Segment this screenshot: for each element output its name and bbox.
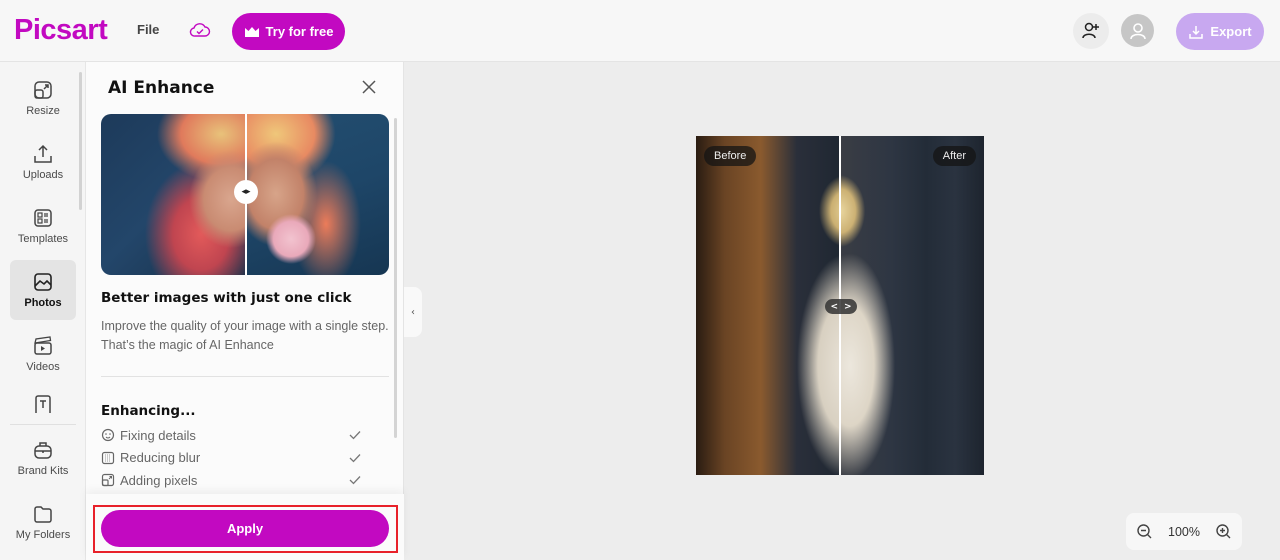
cloud-saved-icon[interactable]	[189, 21, 211, 39]
compare-slider-handle[interactable]: < >	[825, 299, 857, 314]
invite-user-button[interactable]	[1073, 13, 1109, 49]
left-tool-rail: Resize Uploads Templates Photos Videos B…	[0, 62, 86, 560]
panel-separator	[101, 376, 389, 377]
preview-before-half	[101, 114, 246, 275]
resize-icon	[34, 81, 52, 99]
rail-item-videos[interactable]: Videos	[10, 324, 76, 384]
videos-icon	[34, 336, 52, 355]
try-for-free-button[interactable]: Try for free	[232, 13, 345, 50]
panel-footer: Apply	[86, 494, 404, 560]
zoom-out-icon[interactable]	[1136, 523, 1153, 540]
canvas-image[interactable]: < > Before After	[696, 136, 984, 475]
enhance-preview-image: ◂▸	[101, 114, 389, 275]
after-label: After	[932, 146, 976, 166]
templates-icon	[34, 209, 52, 227]
add-user-icon	[1082, 22, 1099, 39]
export-button[interactable]: Export	[1176, 13, 1264, 50]
rail-divider	[10, 424, 76, 425]
check-icon	[349, 431, 361, 440]
picsart-logo[interactable]: Picsart	[14, 14, 108, 47]
top-bar: Picsart File Try for free Export	[0, 0, 1280, 62]
folder-icon	[34, 506, 52, 523]
rail-item-templates[interactable]: Templates	[10, 196, 76, 256]
rail-item-text[interactable]	[10, 384, 76, 424]
rail-item-uploads[interactable]: Uploads	[10, 132, 76, 192]
step-label: Adding pixels	[120, 472, 198, 488]
check-icon	[349, 453, 361, 463]
rail-label: Resize	[26, 105, 60, 117]
enhancing-step: Reducing blur	[101, 447, 361, 470]
step-label: Fixing details	[120, 427, 196, 443]
apply-button[interactable]: Apply	[101, 510, 389, 547]
rail-item-photos[interactable]: Photos	[10, 260, 76, 320]
panel-description: Improve the quality of your image with a…	[101, 319, 389, 352]
step-label: Reducing blur	[120, 450, 201, 466]
try-for-free-label: Try for free	[265, 24, 334, 39]
enhancing-steps-list: Fixing details Reducing blur Adding pixe…	[101, 424, 361, 492]
upload-icon	[34, 144, 52, 163]
enhancing-step: Fixing details	[101, 424, 361, 447]
rail-item-brand-kits[interactable]: Brand Kits	[10, 428, 76, 488]
chevron-left-icon: ‹	[411, 306, 415, 318]
download-icon	[1189, 25, 1204, 39]
face-icon	[101, 429, 115, 442]
text-icon	[35, 395, 51, 413]
before-label: Before	[704, 146, 757, 166]
before-image	[696, 136, 840, 475]
user-avatar[interactable]	[1121, 14, 1154, 47]
zoom-level: 100%	[1168, 524, 1200, 539]
rail-label: My Folders	[15, 529, 71, 541]
export-label: Export	[1210, 24, 1252, 39]
close-icon[interactable]	[360, 78, 378, 96]
blur-icon	[101, 451, 115, 464]
rail-label: Templates	[17, 233, 69, 245]
chevron-left-icon: <	[830, 301, 838, 312]
zoom-in-icon[interactable]	[1215, 523, 1232, 540]
ai-enhance-panel: AI Enhance ◂▸ Better images with just on…	[86, 62, 404, 560]
rail-item-my-folders[interactable]: My Folders	[10, 492, 76, 552]
rail-label: Photos	[24, 297, 62, 309]
rail-label: Brand Kits	[17, 465, 69, 477]
rail-label: Videos	[26, 361, 60, 373]
preview-compare-handle: ◂▸	[234, 180, 258, 204]
after-image	[840, 136, 984, 475]
rail-item-resize[interactable]: Resize	[10, 68, 76, 128]
user-icon	[1129, 22, 1146, 39]
photos-icon	[34, 273, 52, 291]
file-menu[interactable]: File	[137, 22, 159, 37]
collapse-panel-button[interactable]: ‹	[404, 287, 422, 337]
enhancing-step: Adding pixels	[101, 469, 361, 492]
chevron-right-icon: >	[844, 301, 852, 312]
panel-subtitle: Better images with just one click	[101, 290, 352, 306]
check-icon	[349, 476, 361, 485]
rail-label: Uploads	[22, 169, 64, 181]
preview-after-half	[246, 114, 389, 275]
zoom-controls: 100%	[1126, 513, 1242, 550]
enhancing-title: Enhancing...	[101, 403, 196, 419]
crown-icon	[244, 26, 259, 37]
rail-scrollbar[interactable]	[79, 72, 82, 210]
panel-scrollbar[interactable]	[394, 118, 397, 438]
pixels-icon	[101, 474, 115, 487]
panel-title: AI Enhance	[108, 78, 215, 98]
brand-kit-icon	[34, 442, 52, 459]
